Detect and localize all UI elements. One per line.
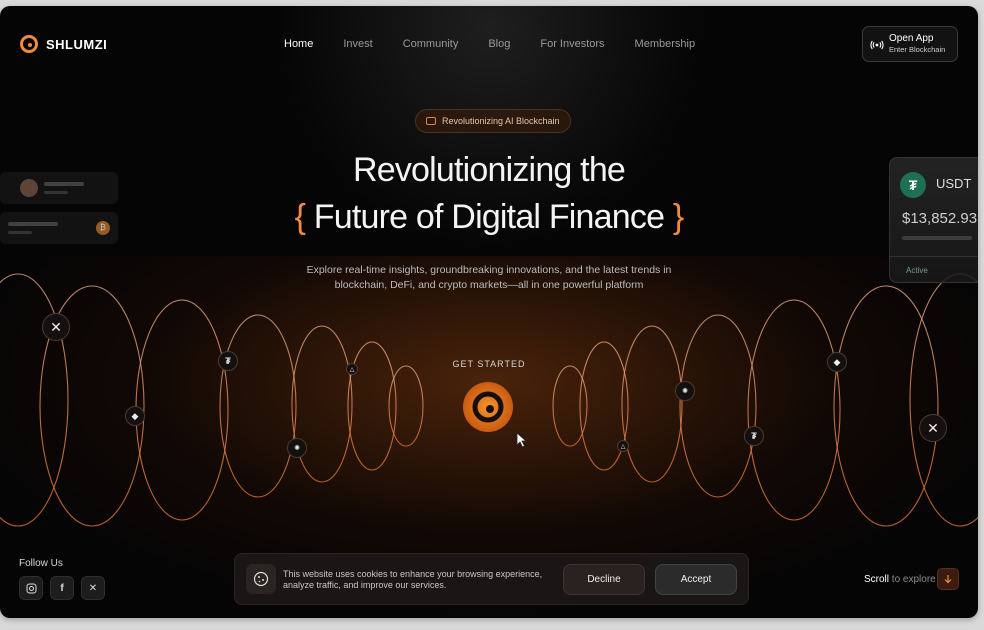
accept-button[interactable]: Accept bbox=[655, 564, 737, 595]
decline-button[interactable]: Decline bbox=[563, 564, 645, 595]
arrow-down-icon bbox=[944, 575, 952, 584]
open-app-subtitle: Enter Blockchain bbox=[889, 45, 946, 54]
hero-title-text: Future of Digital Finance bbox=[313, 198, 665, 236]
hero-badge: Revolutionizing AI Blockchain bbox=[415, 109, 571, 133]
nav-item-community[interactable]: Community bbox=[403, 38, 459, 50]
orbit-ring bbox=[747, 299, 841, 521]
x-logo-icon: ✕ bbox=[42, 313, 70, 341]
cookie-message: This website uses cookies to enhance you… bbox=[283, 569, 543, 590]
x-icon: ✕ bbox=[88, 582, 98, 594]
brand-logo[interactable]: SHLUMZI bbox=[19, 34, 107, 54]
get-started-button[interactable] bbox=[462, 381, 514, 433]
tether-icon: ₮ bbox=[218, 351, 238, 371]
nav-item-home[interactable]: Home bbox=[284, 38, 313, 50]
nav-item-invest[interactable]: Invest bbox=[343, 38, 372, 50]
orbit-ring bbox=[135, 299, 229, 521]
scroll-label: Scroll bbox=[864, 574, 890, 585]
triangle-icon: △ bbox=[617, 440, 629, 452]
triangle-icon: △ bbox=[346, 363, 358, 375]
close-brace: } bbox=[672, 198, 684, 236]
orbit-ring bbox=[621, 325, 683, 483]
orbit-ring bbox=[291, 325, 353, 483]
usdt-status: Active bbox=[906, 266, 928, 275]
open-app-button[interactable]: Open App Enter Blockchain bbox=[862, 26, 958, 62]
ethereum-icon: ◆ bbox=[125, 406, 145, 426]
follow-us-label: Follow Us bbox=[19, 558, 63, 569]
cookie-banner: This website uses cookies to enhance you… bbox=[234, 553, 749, 605]
facebook-icon: f bbox=[60, 582, 64, 594]
hero-title-line1: Revolutionizing the bbox=[352, 151, 626, 189]
open-brace: { bbox=[294, 198, 306, 236]
orbit-rings bbox=[0, 273, 978, 527]
logo-mark-icon bbox=[20, 35, 38, 53]
nav-item-blog[interactable]: Blog bbox=[488, 38, 510, 50]
node-icon: ✺ bbox=[675, 381, 695, 401]
orbit-ring bbox=[679, 314, 757, 498]
brand-name: SHLUMZI bbox=[46, 36, 108, 52]
orbit-ring bbox=[219, 314, 297, 498]
nav-item-membership[interactable]: Membership bbox=[635, 38, 696, 50]
hero-subtitle: Explore real-time insights, groundbreaki… bbox=[306, 264, 672, 291]
mouse-cursor-icon bbox=[516, 432, 528, 448]
open-app-title: Open App bbox=[889, 33, 934, 44]
nav-item-for-investors[interactable]: For Investors bbox=[540, 38, 604, 50]
scroll-hint: Scroll to explore bbox=[864, 574, 936, 585]
facebook-link[interactable]: f bbox=[50, 576, 74, 600]
node-icon: ✺ bbox=[287, 438, 307, 458]
app-window: SHLUMZI Home Invest Community Blog For I… bbox=[0, 6, 978, 618]
cookie-icon bbox=[246, 564, 276, 594]
instagram-icon bbox=[26, 583, 36, 593]
orbit-ring bbox=[833, 285, 939, 527]
ethereum-icon: ◆ bbox=[827, 352, 847, 372]
orbit-ring bbox=[909, 273, 978, 527]
broadcast-icon bbox=[870, 40, 884, 50]
orbit-ring bbox=[388, 365, 424, 447]
orbit-ring bbox=[0, 273, 69, 527]
main-nav: Home Invest Community Blog For Investors… bbox=[284, 38, 725, 50]
social-links: f ✕ bbox=[19, 576, 105, 600]
tether-icon: ₮ bbox=[744, 426, 764, 446]
instagram-link[interactable] bbox=[19, 576, 43, 600]
hero-title-line2: { Future of Digital Finance } bbox=[0, 198, 978, 237]
x-link[interactable]: ✕ bbox=[81, 576, 105, 600]
hero-badge-label: Revolutionizing AI Blockchain bbox=[442, 116, 560, 126]
scroll-suffix: to explore bbox=[889, 574, 936, 585]
x-logo-icon: ✕ bbox=[919, 414, 947, 442]
chip-icon bbox=[426, 117, 436, 125]
scroll-down-button[interactable] bbox=[937, 568, 959, 590]
